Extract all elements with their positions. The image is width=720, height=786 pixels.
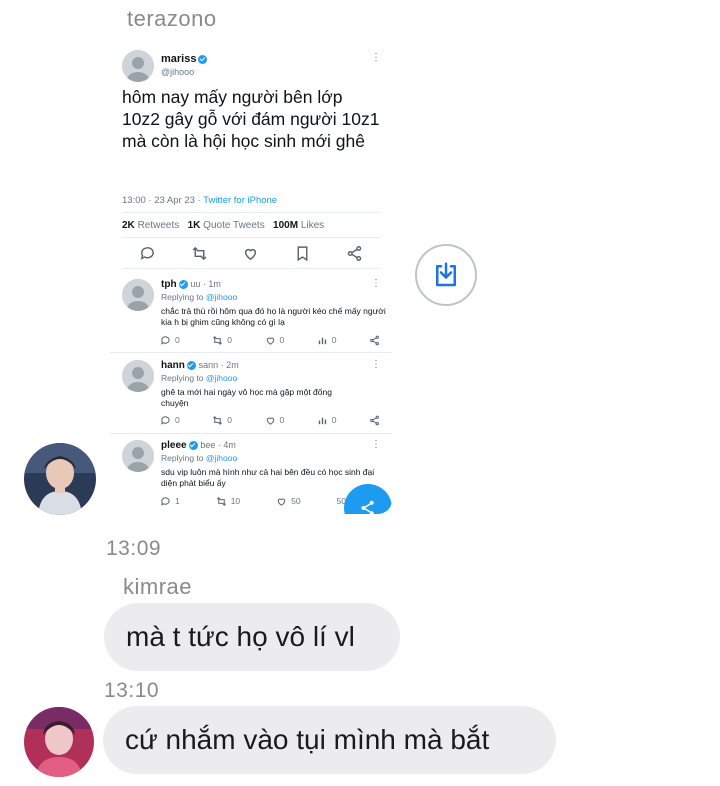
share-icon <box>370 335 379 345</box>
tweet-stats: 2K Retweets 1K Quote Tweets 100M Likes <box>122 220 325 231</box>
divider <box>110 352 392 353</box>
tweet-screenshot[interactable]: mariss @jihooo ⋮ hôm nay mấy người bên l… <box>110 36 392 514</box>
tweet-source: Twitter for iPhone <box>203 195 278 206</box>
heart-icon <box>266 417 274 425</box>
message-text: mà t tức họ vô lí vl <box>126 621 355 652</box>
reply-author-name: hann sann · 2m <box>161 360 239 371</box>
reply-icon <box>161 496 170 506</box>
replying-to: Replying to @jihooo <box>161 292 238 302</box>
verified-badge-icon <box>178 279 188 289</box>
reply-icon <box>141 246 155 260</box>
message-text: cứ nhắm vào tụi mình mà bắt <box>125 724 490 755</box>
bookmark-icon <box>297 245 308 261</box>
verified-badge-icon <box>186 360 196 370</box>
tweet-actions <box>122 242 380 264</box>
views-icon <box>318 417 326 424</box>
more-dots-icon: ⋮ <box>371 52 381 63</box>
share-icon <box>361 500 374 514</box>
heart-icon <box>266 337 274 345</box>
save-download-icon <box>436 262 456 287</box>
sender-name-terazono: terazono <box>127 6 217 31</box>
reply-author-name: pleee bee · 4m <box>161 440 236 451</box>
message-bubble[interactable]: cứ nhắm vào tụi mình mà bắt <box>103 706 556 774</box>
heart-icon <box>245 248 257 260</box>
divider <box>122 268 380 269</box>
reply-author-name: tph uu · 1m <box>161 279 221 290</box>
tweet-text: hôm nay mấy người bên lớp 10z2 gây gỗ vớ… <box>122 87 380 151</box>
avatar-kimrae[interactable] <box>24 707 94 777</box>
verified-badge-icon <box>188 440 198 450</box>
replying-to: Replying to @jihooo <box>161 453 238 463</box>
reply-actions: 0 0 0 0 <box>160 413 380 427</box>
verified-badge-icon <box>198 54 208 64</box>
retweet-icon <box>192 246 207 260</box>
sender-name-kimrae: kimrae <box>123 574 193 599</box>
tweet-author-name: mariss <box>161 53 208 65</box>
save-image-button[interactable] <box>415 244 477 306</box>
tweet-author-handle: @jihooo <box>161 67 195 77</box>
avatar-terazono[interactable] <box>24 443 96 515</box>
tweet-author-avatar <box>122 50 154 82</box>
reply-avatar <box>122 440 154 472</box>
reply-text: ghê ta mới hai ngày vô học mà gặp một đố… <box>161 387 332 408</box>
reply-actions: 0 0 0 0 <box>160 333 380 347</box>
replying-to: Replying to @jihooo <box>161 373 238 383</box>
views-icon <box>318 337 326 344</box>
heart-icon <box>277 498 286 506</box>
reply-avatar <box>122 279 154 311</box>
reply-icon <box>161 415 170 425</box>
share-icon <box>347 245 361 261</box>
more-dots-icon: ⋮ <box>371 359 381 370</box>
message-bubble[interactable]: mà t tức họ vô lí vl <box>104 603 400 671</box>
tweet-meta: 13:00 · 23 Apr 23 · Twitter for iPhone <box>122 195 278 206</box>
share-icon <box>370 415 379 425</box>
divider <box>122 212 380 213</box>
more-dots-icon: ⋮ <box>371 439 381 450</box>
more-dots-icon: ⋮ <box>371 278 381 289</box>
reply-icon <box>161 335 170 345</box>
reply-text: chắc trả thù rồi hôm qua đó họ là người … <box>161 306 386 327</box>
retweet-icon <box>216 496 226 506</box>
timestamp: 13:10 <box>104 679 160 702</box>
retweet-icon <box>213 335 223 345</box>
divider <box>110 433 392 434</box>
divider <box>122 237 380 238</box>
timestamp: 13:09 <box>106 537 162 560</box>
reply-avatar <box>122 360 154 392</box>
retweet-icon <box>213 415 223 425</box>
reply-actions: 1 10 50 50 <box>160 494 346 508</box>
